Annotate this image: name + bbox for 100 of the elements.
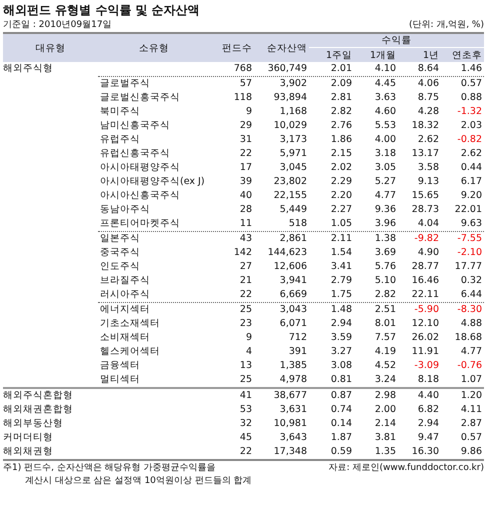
table-cell-text: 39 [238, 175, 253, 189]
column-header: 순자산액 [266, 42, 308, 56]
subtype-cell-text: 아시아신흥국주식 [99, 189, 181, 203]
table-cell-text: 13 [238, 359, 253, 373]
column-header: 1년 [422, 48, 440, 62]
table-cell-text: 518 [288, 217, 308, 231]
table-cell-text: 3.41 [330, 260, 353, 274]
table-cell-text: 2.03 [460, 119, 483, 133]
subtype-cell-text: 남미신흥국주식 [99, 119, 171, 133]
type-cell-text: 커머더티형 [3, 431, 54, 445]
table-cell-text: 3.58 [416, 161, 440, 175]
table-cell-text: 2.94 [330, 317, 353, 331]
table-cell-text: 93,894 [272, 91, 308, 105]
table-cell-text: -2.10 [456, 246, 483, 260]
table-cell-text: 6.44 [460, 288, 483, 302]
table-cell-text: 3.96 [374, 217, 397, 231]
subtype-cell-text: 브라질주식 [99, 274, 151, 288]
table-cell-text: 22 [238, 445, 253, 459]
table-cell-text: 16.30 [410, 445, 440, 459]
table-cell-text: 0.59 [330, 445, 353, 459]
table-cell-text: 23,802 [272, 175, 308, 189]
table-cell-text: 3.08 [330, 359, 353, 373]
table-cell-text: 1.05 [330, 217, 353, 231]
subtype-cell-text: 아시아태평양주식 [99, 161, 181, 175]
subtype-cell-text: 아시아태평양주식(ex J) [99, 175, 206, 189]
table-cell-text: 15.65 [410, 189, 440, 203]
table-cell-text: 1.54 [330, 246, 353, 260]
table-cell-text: 2.62 [416, 133, 440, 147]
column-header: 대유형 [34, 42, 66, 56]
table-cell-text: 9.36 [374, 203, 397, 217]
table-cell-text: 11.91 [410, 345, 440, 359]
table-cell-text: 4.28 [416, 105, 440, 119]
table-cell-text: 2.79 [330, 274, 353, 288]
table-cell-text: 4.11 [460, 403, 483, 417]
table-cell-text: 9.20 [460, 189, 483, 203]
table-cell-text: 22 [238, 288, 253, 302]
column-header: 소유형 [138, 42, 170, 56]
table-cell-text: 1.87 [330, 431, 353, 445]
table-cell-text: 28.77 [410, 260, 440, 274]
type-cell-text: 해외주식혼합형 [3, 389, 74, 403]
table-cell-text: 768 [232, 62, 253, 76]
table-cell-text: 9 [244, 105, 253, 119]
table-cell-text: 40 [238, 189, 253, 203]
table-cell-text: 43 [238, 232, 253, 246]
table-cell-text: 0.88 [460, 91, 483, 105]
subtype-cell-text: 프론티어마켓주식 [99, 217, 181, 231]
table-cell-text: 3.63 [374, 91, 397, 105]
table-cell-text: -9.82 [413, 232, 440, 246]
table-cell-text: 2.87 [460, 417, 483, 431]
table-cell-text: 360,749 [266, 62, 308, 76]
table-cell-text: 6.17 [460, 175, 483, 189]
table-cell-text: 31 [238, 133, 253, 147]
table-cell-text: 2.82 [374, 288, 397, 302]
table-cell-text: 2.02 [330, 161, 353, 175]
table-cell-text: 57 [238, 77, 253, 91]
table-cell-text: 2.11 [330, 232, 353, 246]
subtype-cell-text: 에너지섹터 [99, 303, 151, 317]
table-cell-text: 18.68 [454, 331, 483, 345]
table-cell-text: 142 [232, 246, 253, 260]
table-cell-text: 13.17 [410, 147, 440, 161]
table-cell-text: 4.19 [374, 345, 397, 359]
table-cell-text: 0.57 [460, 431, 483, 445]
table-cell-text: -3.09 [413, 359, 440, 373]
table-cell-text: 3.05 [374, 161, 397, 175]
subtype-cell-text: 중국주식 [99, 246, 141, 260]
table-cell-text: 41 [238, 389, 253, 403]
table-cell-text: 25 [238, 373, 253, 387]
table-cell-text: 3.69 [374, 246, 397, 260]
unit-label: (단위: 개,억원, %) [408, 19, 484, 32]
table-cell-text: 1.07 [460, 373, 483, 387]
type-cell-text: 해외주식형 [3, 62, 54, 76]
footnote: 주1) 펀드수, 순자산액은 해당유형 가중평균수익률을 [3, 462, 217, 475]
table-cell-text: 4.88 [460, 317, 483, 331]
column-header: 펀드수 [221, 42, 253, 56]
table-cell-text: 12,606 [272, 260, 308, 274]
table-cell-text: 18.32 [410, 119, 440, 133]
table-cell-text: 4,978 [278, 373, 308, 387]
table-cell-text: 28.73 [410, 203, 440, 217]
footnote: 계산시 대상으로 삼은 설정액 10억원이상 펀드들의 합계 [24, 475, 253, 488]
table-cell-text: 1.35 [374, 445, 397, 459]
table-cell-text: 4.77 [460, 345, 483, 359]
table-cell-text: 8.75 [416, 91, 440, 105]
table-cell-text: 2.09 [330, 77, 353, 91]
table-cell-text: 28 [238, 203, 253, 217]
table-cell-text: 10,981 [272, 417, 308, 431]
table-cell-text: 29 [238, 119, 253, 133]
table-cell-text: -0.76 [456, 359, 483, 373]
table-cell-text: 712 [288, 331, 308, 345]
table-cell-text: 5.53 [374, 119, 397, 133]
table-cell-text: 144,623 [266, 246, 308, 260]
subtype-cell-text: 멀티섹터 [99, 373, 141, 387]
table-cell-text: 3.81 [374, 431, 397, 445]
table-cell-text: 38,677 [272, 389, 308, 403]
table-cell-text: 2.14 [374, 417, 397, 431]
table-cell-text: 4.45 [374, 77, 397, 91]
table-cell-text: 3.59 [330, 331, 353, 345]
table-cell-text: 2.82 [330, 105, 353, 119]
table-cell-text: -8.30 [456, 303, 483, 317]
table-cell-text: 3.24 [374, 373, 397, 387]
table-cell-text: 9.13 [416, 175, 440, 189]
